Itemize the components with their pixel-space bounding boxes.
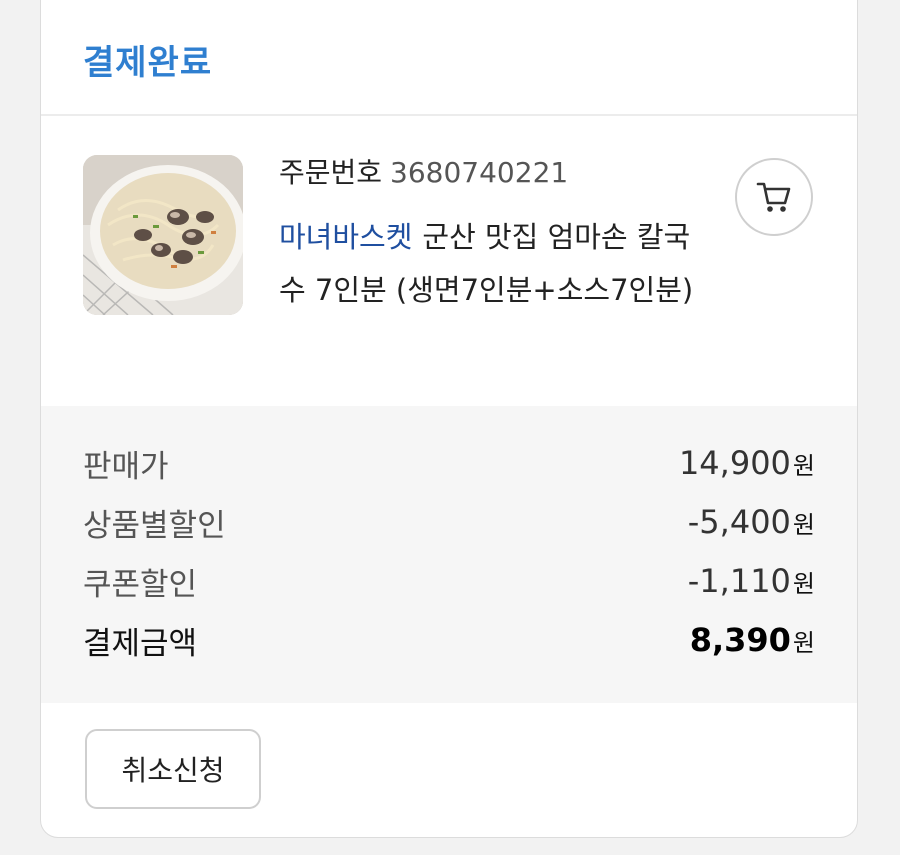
order-card: 결제완료 주문번호 3680740221 마녀바스켓 군산 맛집 엄마손 칼국수… xyxy=(40,0,858,838)
price-value: -5,400 xyxy=(687,503,791,541)
price-label: 쿠폰할인 xyxy=(83,566,198,603)
price-row-total: 결제금액 8,390원 xyxy=(83,615,815,665)
price-label: 상품별할인 xyxy=(83,507,226,544)
cart-icon xyxy=(756,182,791,212)
price-unit: 원 xyxy=(792,452,815,480)
price-unit: 원 xyxy=(792,570,815,598)
cancel-request-button[interactable]: 취소신청 xyxy=(85,729,261,809)
price-row-sale: 판매가 14,900원 xyxy=(83,438,815,488)
price-label: 결제금액 xyxy=(83,625,198,662)
price-value: -1,110 xyxy=(687,562,791,600)
divider xyxy=(41,114,857,116)
price-row-coupon-discount: 쿠폰할인 -1,110원 xyxy=(83,556,815,606)
order-status: 결제완료 xyxy=(83,43,213,83)
total-value: 8,390 xyxy=(689,621,791,659)
product-thumbnail[interactable] xyxy=(83,155,243,315)
price-unit: 원 xyxy=(792,629,815,657)
order-number: 3680740221 xyxy=(390,156,569,189)
add-to-cart-button[interactable] xyxy=(735,158,813,236)
brand-name[interactable]: 마녀바스켓 xyxy=(279,220,412,254)
price-unit: 원 xyxy=(792,511,815,539)
price-value: 14,900 xyxy=(678,444,791,482)
noodle-soup-image xyxy=(83,155,243,315)
price-summary: 판매가 14,900원 상품별할인 -5,400원 쿠폰할인 -1,110원 결… xyxy=(41,406,857,703)
price-label: 판매가 xyxy=(83,448,169,485)
product-title[interactable]: 마녀바스켓 군산 맛집 엄마손 칼국수 7인분 (생면7인분+소스7인분) xyxy=(279,211,699,317)
order-number-label: 주문번호 xyxy=(279,156,383,189)
price-row-product-discount: 상품별할인 -5,400원 xyxy=(83,497,815,547)
order-number-line: 주문번호 3680740221 xyxy=(279,151,568,191)
